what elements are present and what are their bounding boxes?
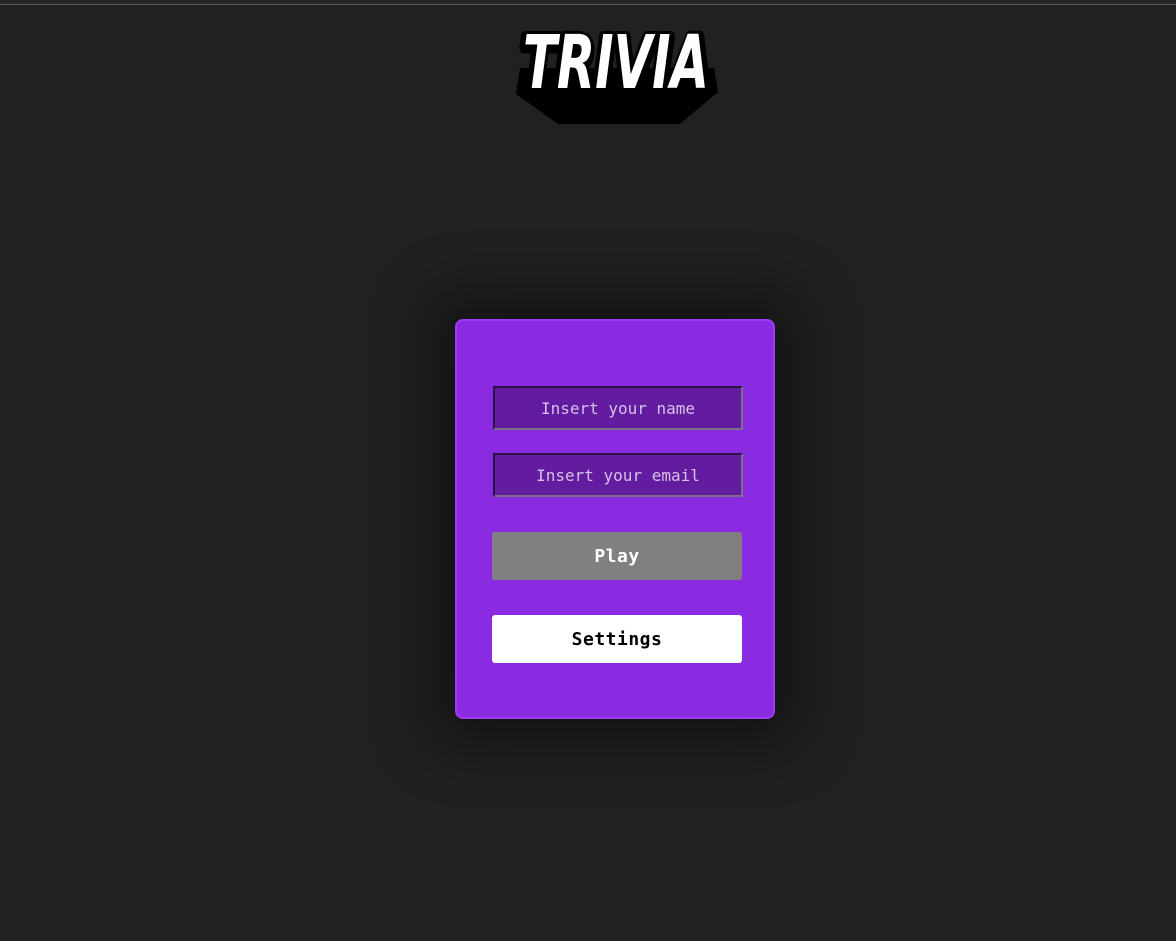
name-input[interactable] [493,386,743,430]
trivia-logo: TRIVIA TRIVIA [515,18,718,124]
play-button[interactable]: Play [492,532,742,580]
email-input[interactable] [493,453,743,497]
login-card: Play Settings [455,319,775,719]
settings-button[interactable]: Settings [492,615,742,663]
window-top-border [0,0,1176,5]
logo-text: TRIVIA [523,20,709,106]
